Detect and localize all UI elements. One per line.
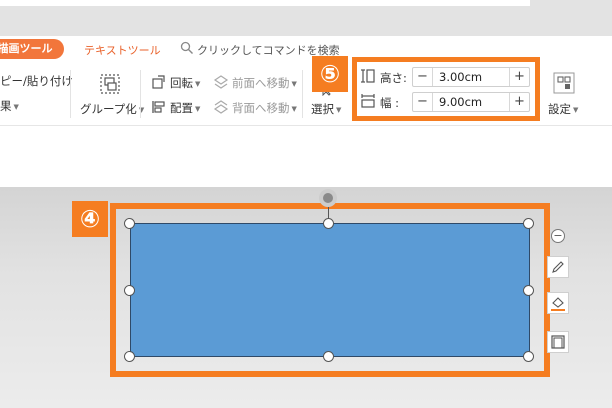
tab-text-tools[interactable]: テキストツール: [84, 42, 161, 58]
layout-options-button[interactable]: [547, 331, 569, 353]
width-icon: [361, 94, 375, 108]
group-label: グループ化: [80, 102, 137, 116]
pen-icon: [552, 261, 564, 273]
bring-forward-label: 前面へ移動: [232, 76, 290, 90]
shape-style-button[interactable]: [547, 256, 569, 278]
effects-label: 果: [0, 99, 12, 113]
rotate-icon: [152, 75, 165, 89]
separator: [70, 70, 71, 118]
settings-icon: [553, 72, 575, 94]
select-label: 選択: [311, 102, 334, 116]
chevron-down-icon: ▼: [291, 79, 297, 88]
resize-handle-top-left[interactable]: [124, 218, 135, 229]
separator: [302, 70, 303, 118]
send-backward-label: 背面へ移動: [232, 101, 290, 115]
chevron-down-icon: ▼: [336, 105, 342, 114]
select-button[interactable]: 選択 ▼: [311, 101, 341, 117]
height-decrease-button[interactable]: −: [413, 68, 433, 86]
resize-handle-bottom[interactable]: [323, 351, 334, 362]
shape-fill-button[interactable]: [547, 292, 569, 314]
height-label: 高さ:: [380, 71, 407, 85]
rotate-button[interactable]: 回転 ▼: [170, 75, 200, 91]
width-increase-button[interactable]: +: [509, 93, 529, 111]
title-bar-edge: [0, 0, 530, 6]
resize-handle-top-right[interactable]: [523, 218, 534, 229]
fill-bucket-icon: [551, 297, 565, 311]
resize-handle-top[interactable]: [323, 218, 334, 229]
chevron-down-icon: ▼: [195, 79, 201, 88]
bring-forward-icon: [213, 75, 229, 89]
settings-label: 設定: [548, 102, 571, 116]
ribbon-divider: [0, 125, 612, 126]
height-icon: [361, 69, 375, 83]
frame-icon: [551, 335, 565, 349]
resize-handle-bottom-left[interactable]: [124, 351, 135, 362]
resize-handle-bottom-right[interactable]: [523, 351, 534, 362]
rectangle-shape[interactable]: [130, 223, 530, 357]
height-input[interactable]: 3.00cm: [439, 68, 482, 86]
group-button[interactable]: グループ化 ▼: [80, 101, 144, 117]
tab-drawing-tools[interactable]: 描画ツール: [0, 39, 64, 59]
effects-button[interactable]: 果 ▼: [0, 98, 19, 114]
minus-icon[interactable]: −: [551, 229, 565, 243]
rotate-handle[interactable]: [319, 189, 337, 207]
separator: [140, 70, 141, 118]
height-increase-button[interactable]: +: [509, 68, 529, 86]
group-icon: [100, 74, 120, 94]
chevron-down-icon: ▼: [13, 102, 19, 111]
settings-button[interactable]: 設定 ▼: [548, 101, 578, 117]
width-input[interactable]: 9.00cm: [439, 93, 482, 111]
step-badge-4: ④: [72, 201, 108, 237]
height-stepper[interactable]: − 3.00cm +: [412, 67, 530, 87]
width-stepper[interactable]: − 9.00cm +: [412, 92, 530, 112]
chevron-down-icon: ▼: [291, 104, 297, 113]
width-label: 幅 :: [380, 96, 400, 110]
rotate-label: 回転: [170, 76, 193, 90]
width-decrease-button[interactable]: −: [413, 93, 433, 111]
send-backward-button[interactable]: 背面へ移動 ▼: [232, 100, 297, 116]
step-badge-5: ⑤: [312, 56, 348, 92]
bring-forward-button[interactable]: 前面へ移動 ▼: [232, 75, 297, 91]
chevron-down-icon: ▼: [195, 104, 201, 113]
paste-button[interactable]: ピー/貼り付け: [0, 73, 73, 89]
align-icon: [152, 101, 165, 113]
resize-handle-right[interactable]: [523, 285, 534, 296]
send-backward-icon: [213, 100, 229, 114]
resize-handle-left[interactable]: [124, 285, 135, 296]
arrange-button[interactable]: 配置 ▼: [170, 100, 200, 116]
chevron-down-icon: ▼: [573, 105, 579, 114]
arrange-label: 配置: [170, 101, 193, 115]
search-icon[interactable]: [180, 41, 194, 55]
